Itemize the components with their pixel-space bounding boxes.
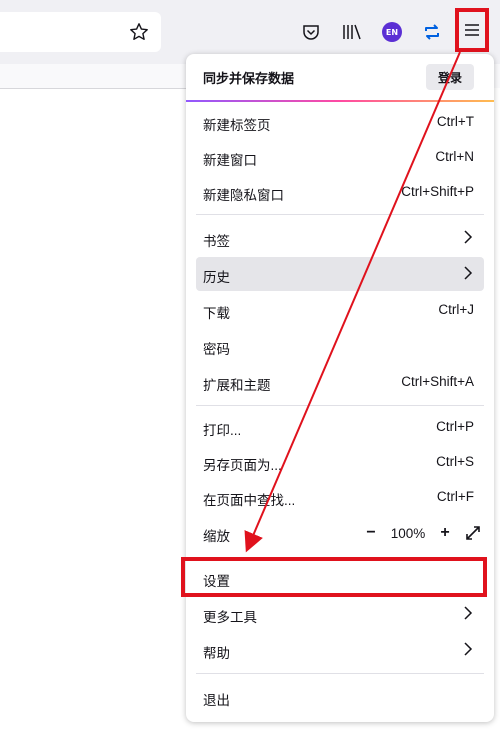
sync-header: 同步并保存数据 登录 (186, 54, 494, 102)
menu-item-history[interactable]: 历史 (196, 257, 484, 291)
menu-item-new-window[interactable]: 新建窗口 Ctrl+N (196, 140, 484, 174)
login-button[interactable]: 登录 (426, 64, 474, 90)
sync-icon[interactable] (418, 18, 446, 46)
hamburger-menu-icon (465, 24, 479, 36)
language-badge-label: EN (382, 22, 402, 42)
menu-item-addons-themes[interactable]: 扩展和主题 Ctrl+Shift+A (196, 365, 484, 399)
pocket-icon[interactable] (297, 18, 325, 46)
menu-item-new-tab[interactable]: 新建标签页 Ctrl+T (196, 105, 484, 139)
app-menu-panel: 同步并保存数据 登录 新建标签页 Ctrl+T 新建窗口 Ctrl+N 新建隐私… (186, 54, 494, 722)
menu-divider (196, 214, 484, 215)
menu-item-label: 密码 (203, 342, 230, 357)
menu-item-label: 在页面中查找... (203, 493, 296, 508)
menu-item-shortcut: Ctrl+F (436, 489, 474, 504)
zoom-controls: − 100% + (360, 520, 484, 546)
menu-divider (196, 673, 484, 674)
menu-item-label: 历史 (203, 270, 230, 285)
hamburger-menu-button[interactable] (455, 8, 489, 52)
menu-item-label: 打印... (203, 423, 242, 438)
zoom-out-button[interactable]: − (360, 522, 382, 544)
menu-item-label: 帮助 (203, 646, 230, 661)
toolbar-divider (0, 88, 186, 89)
chevron-right-icon (464, 642, 473, 656)
menu-item-shortcut: Ctrl+Shift+P (401, 184, 474, 199)
menu-item-label: 新建隐私窗口 (203, 188, 284, 203)
menu-item-shortcut: Ctrl+Shift+A (401, 374, 474, 389)
menu-item-label: 扩展和主题 (203, 378, 271, 393)
menu-item-exit[interactable]: 退出 (196, 680, 484, 714)
menu-item-label: 书签 (203, 234, 230, 249)
zoom-in-button[interactable]: + (434, 522, 456, 544)
menu-item-bookmarks[interactable]: 书签 (196, 221, 484, 255)
menu-item-passwords[interactable]: 密码 (196, 329, 484, 363)
menu-item-label: 缩放 (203, 529, 230, 544)
menu-item-label: 更多工具 (203, 610, 257, 625)
settings-highlight-box (181, 557, 487, 597)
menu-item-shortcut: Ctrl+P (436, 419, 474, 434)
fullscreen-icon (466, 526, 480, 540)
menu-item-shortcut: Ctrl+N (435, 149, 474, 164)
menu-item-downloads[interactable]: 下载 Ctrl+J (196, 293, 484, 327)
star-icon[interactable] (125, 18, 153, 46)
fullscreen-button[interactable] (462, 522, 484, 544)
menu-item-find-in-page[interactable]: 在页面中查找... Ctrl+F (196, 480, 484, 514)
menu-item-more-tools[interactable]: 更多工具 (196, 597, 484, 631)
menu-item-shortcut: Ctrl+T (436, 114, 474, 129)
menu-item-label: 另存页面为... (203, 458, 282, 473)
menu-divider (196, 405, 484, 406)
language-badge[interactable]: EN (378, 18, 406, 46)
menu-item-save-page-as[interactable]: 另存页面为... Ctrl+S (196, 445, 484, 479)
menu-item-label: 新建标签页 (203, 118, 271, 133)
menu-item-zoom: 缩放 − 100% + (196, 516, 484, 550)
menu-item-shortcut: Ctrl+J (438, 302, 474, 317)
menu-item-private-window[interactable]: 新建隐私窗口 Ctrl+Shift+P (196, 175, 484, 209)
menu-item-label: 退出 (203, 693, 230, 708)
menu-item-print[interactable]: 打印... Ctrl+P (196, 410, 484, 444)
sync-title: 同步并保存数据 (203, 71, 295, 86)
chevron-right-icon (464, 266, 473, 280)
zoom-level[interactable]: 100% (382, 526, 434, 541)
menu-item-label: 下载 (203, 306, 230, 321)
chevron-right-icon (464, 230, 473, 244)
library-icon[interactable] (338, 18, 366, 46)
menu-item-label: 新建窗口 (203, 153, 257, 168)
menu-item-shortcut: Ctrl+S (436, 454, 474, 469)
menu-item-help[interactable]: 帮助 (196, 633, 484, 667)
chevron-right-icon (464, 606, 473, 620)
